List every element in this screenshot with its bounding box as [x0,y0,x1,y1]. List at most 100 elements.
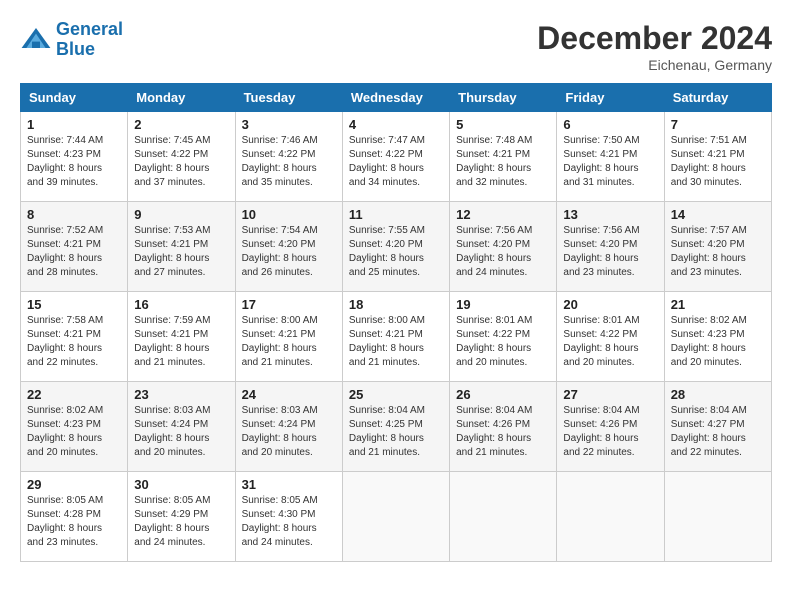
day-info: Sunrise: 7:59 AM Sunset: 4:21 PM Dayligh… [134,314,228,370]
day-number: 22 [27,387,121,402]
calendar-cell: 31 Sunrise: 8:05 AM Sunset: 4:30 PM Dayli… [235,472,342,562]
calendar-table: SundayMondayTuesdayWednesdayThursdayFrid… [20,83,772,562]
day-number: 9 [134,207,228,222]
day-info: Sunrise: 7:56 AM Sunset: 4:20 PM Dayligh… [456,224,550,280]
calendar-cell: 3 Sunrise: 7:46 AM Sunset: 4:22 PM Daylig… [235,112,342,202]
calendar-cell: 21 Sunrise: 8:02 AM Sunset: 4:23 PM Dayli… [664,292,771,382]
calendar-week-row: 22Sunrise: 8:02 AM Sunset: 4:23 PM Dayli… [21,382,772,472]
day-info: Sunrise: 8:05 AM Sunset: 4:29 PM Dayligh… [134,494,228,550]
calendar-cell: 27 Sunrise: 8:04 AM Sunset: 4:26 PM Dayli… [557,382,664,472]
day-number: 4 [349,117,443,132]
day-number: 8 [27,207,121,222]
day-info: Sunrise: 8:00 AM Sunset: 4:21 PM Dayligh… [349,314,443,370]
day-number: 5 [456,117,550,132]
day-info: Sunrise: 7:57 AM Sunset: 4:20 PM Dayligh… [671,224,765,280]
calendar-week-row: 1Sunrise: 7:44 AM Sunset: 4:23 PM Daylig… [21,112,772,202]
day-number: 14 [671,207,765,222]
calendar-week-row: 15 Sunrise: 7:58 AM Sunset: 4:21 PM Dayli… [21,292,772,382]
calendar-cell: 7 Sunrise: 7:51 AM Sunset: 4:21 PM Daylig… [664,112,771,202]
day-number: 21 [671,297,765,312]
day-number: 24 [242,387,336,402]
day-info: Sunrise: 8:05 AM Sunset: 4:30 PM Dayligh… [242,494,336,550]
day-number: 31 [242,477,336,492]
day-info: Sunrise: 8:04 AM Sunset: 4:27 PM Dayligh… [671,404,765,460]
weekday-header-cell: Sunday [21,84,128,112]
calendar-cell [342,472,449,562]
day-info: Sunrise: 8:03 AM Sunset: 4:24 PM Dayligh… [134,404,228,460]
calendar-cell: 24 Sunrise: 8:03 AM Sunset: 4:24 PM Dayli… [235,382,342,472]
day-number: 11 [349,207,443,222]
weekday-header-row: SundayMondayTuesdayWednesdayThursdayFrid… [21,84,772,112]
day-info: Sunrise: 7:54 AM Sunset: 4:20 PM Dayligh… [242,224,336,280]
calendar-cell [557,472,664,562]
day-number: 12 [456,207,550,222]
calendar-cell: 10 Sunrise: 7:54 AM Sunset: 4:20 PM Dayli… [235,202,342,292]
day-number: 3 [242,117,336,132]
day-number: 20 [563,297,657,312]
weekday-header-cell: Monday [128,84,235,112]
day-info: Sunrise: 8:02 AM Sunset: 4:23 PM Dayligh… [671,314,765,370]
day-number: 17 [242,297,336,312]
day-number: 7 [671,117,765,132]
weekday-header-cell: Tuesday [235,84,342,112]
calendar-cell: 28Sunrise: 8:04 AM Sunset: 4:27 PM Dayli… [664,382,771,472]
location: Eichenau, Germany [537,57,772,73]
day-info: Sunrise: 8:04 AM Sunset: 4:26 PM Dayligh… [456,404,550,460]
day-info: Sunrise: 7:46 AM Sunset: 4:22 PM Dayligh… [242,134,336,190]
calendar-cell: 25Sunrise: 8:04 AM Sunset: 4:25 PM Dayli… [342,382,449,472]
calendar-cell: 16 Sunrise: 7:59 AM Sunset: 4:21 PM Dayli… [128,292,235,382]
page-header: General Blue December 2024 Eichenau, Ger… [20,20,772,73]
calendar-cell: 2 Sunrise: 7:45 AM Sunset: 4:22 PM Daylig… [128,112,235,202]
day-info: Sunrise: 7:45 AM Sunset: 4:22 PM Dayligh… [134,134,228,190]
calendar-cell: 29Sunrise: 8:05 AM Sunset: 4:28 PM Dayli… [21,472,128,562]
day-info: Sunrise: 8:04 AM Sunset: 4:26 PM Dayligh… [563,404,657,460]
calendar-cell: 6Sunrise: 7:50 AM Sunset: 4:21 PM Daylig… [557,112,664,202]
month-title: December 2024 [537,20,772,57]
logo-line2: Blue [56,39,95,59]
calendar-cell: 23 Sunrise: 8:03 AM Sunset: 4:24 PM Dayli… [128,382,235,472]
day-number: 15 [27,297,121,312]
calendar-week-row: 8Sunrise: 7:52 AM Sunset: 4:21 PM Daylig… [21,202,772,292]
logo-text: General Blue [56,20,123,60]
calendar-body: 1Sunrise: 7:44 AM Sunset: 4:23 PM Daylig… [21,112,772,562]
day-info: Sunrise: 7:51 AM Sunset: 4:21 PM Dayligh… [671,134,765,190]
weekday-header-cell: Friday [557,84,664,112]
day-info: Sunrise: 7:58 AM Sunset: 4:21 PM Dayligh… [27,314,121,370]
day-number: 18 [349,297,443,312]
day-info: Sunrise: 8:01 AM Sunset: 4:22 PM Dayligh… [456,314,550,370]
day-number: 16 [134,297,228,312]
weekday-header-cell: Saturday [664,84,771,112]
day-info: Sunrise: 8:03 AM Sunset: 4:24 PM Dayligh… [242,404,336,460]
logo: General Blue [20,20,123,60]
logo-icon [20,24,52,56]
weekday-header-cell: Wednesday [342,84,449,112]
day-info: Sunrise: 8:01 AM Sunset: 4:22 PM Dayligh… [563,314,657,370]
calendar-cell [664,472,771,562]
weekday-header-cell: Thursday [450,84,557,112]
day-info: Sunrise: 7:48 AM Sunset: 4:21 PM Dayligh… [456,134,550,190]
calendar-cell: 17 Sunrise: 8:00 AM Sunset: 4:21 PM Dayli… [235,292,342,382]
title-block: December 2024 Eichenau, Germany [537,20,772,73]
day-number: 23 [134,387,228,402]
day-number: 19 [456,297,550,312]
calendar-cell: 26Sunrise: 8:04 AM Sunset: 4:26 PM Dayli… [450,382,557,472]
calendar-cell: 9Sunrise: 7:53 AM Sunset: 4:21 PM Daylig… [128,202,235,292]
calendar-cell: 18 Sunrise: 8:00 AM Sunset: 4:21 PM Dayli… [342,292,449,382]
day-info: Sunrise: 8:00 AM Sunset: 4:21 PM Dayligh… [242,314,336,370]
day-number: 13 [563,207,657,222]
calendar-cell: 11Sunrise: 7:55 AM Sunset: 4:20 PM Dayli… [342,202,449,292]
calendar-week-row: 29Sunrise: 8:05 AM Sunset: 4:28 PM Dayli… [21,472,772,562]
calendar-cell: 22Sunrise: 8:02 AM Sunset: 4:23 PM Dayli… [21,382,128,472]
day-number: 10 [242,207,336,222]
calendar-cell: 30 Sunrise: 8:05 AM Sunset: 4:29 PM Dayli… [128,472,235,562]
day-info: Sunrise: 8:04 AM Sunset: 4:25 PM Dayligh… [349,404,443,460]
calendar-cell: 14 Sunrise: 7:57 AM Sunset: 4:20 PM Dayli… [664,202,771,292]
day-number: 2 [134,117,228,132]
calendar-cell: 13Sunrise: 7:56 AM Sunset: 4:20 PM Dayli… [557,202,664,292]
day-number: 27 [563,387,657,402]
calendar-cell [450,472,557,562]
day-number: 30 [134,477,228,492]
day-number: 29 [27,477,121,492]
calendar-cell: 15 Sunrise: 7:58 AM Sunset: 4:21 PM Dayli… [21,292,128,382]
calendar-cell: 19 Sunrise: 8:01 AM Sunset: 4:22 PM Dayli… [450,292,557,382]
